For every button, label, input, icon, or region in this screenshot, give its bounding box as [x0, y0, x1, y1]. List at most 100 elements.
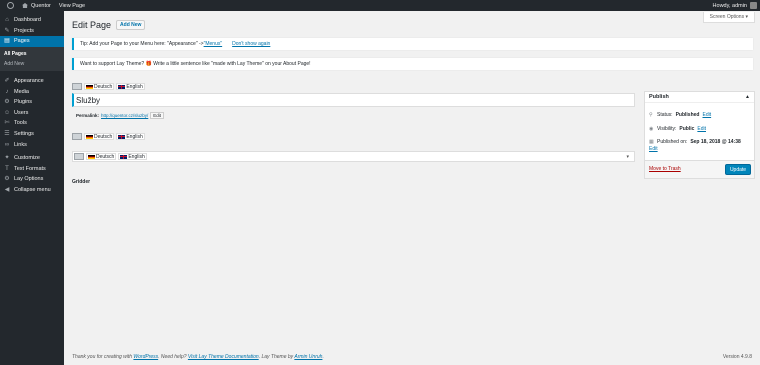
dont-show-again-link[interactable]: Don't show again	[232, 41, 270, 47]
visibility-row: ◉ Visibility: Public Edit	[649, 126, 706, 132]
view-page-link[interactable]: View Page	[55, 0, 89, 11]
title-input[interactable]: Služby	[72, 93, 635, 107]
visibility-edit-link[interactable]: Edit	[697, 126, 706, 132]
sidebar-item-label: Projects	[14, 27, 34, 34]
lang-tab-deutsch[interactable]: Deutsch	[84, 83, 115, 90]
chevron-down-icon[interactable]: ▾	[626, 154, 629, 160]
sidebar-item-media[interactable]: ♪ Media	[0, 86, 64, 97]
submenu-item-all-pages[interactable]: All Pages	[0, 49, 64, 59]
lay-docs-link[interactable]: Visit Lay Theme Documentation	[188, 354, 259, 360]
lang-label: Deutsch	[96, 153, 115, 160]
sidebar-item-links[interactable]: ∞ Links	[0, 139, 64, 150]
page-title: Edit Page Add New	[72, 20, 146, 30]
sidebar-item-label: Dashboard	[14, 17, 41, 24]
support-notice: Want to support Lay Theme? 🎁 Write a lit…	[72, 58, 753, 70]
content-language-switcher: Deutsch English	[72, 133, 145, 140]
sidebar-item-text-formats[interactable]: T Text Formats	[0, 164, 64, 175]
sidebar-item-pages[interactable]: ▤ Pages	[0, 36, 64, 47]
german-flag-icon	[86, 84, 93, 89]
lang-tab-english[interactable]: English	[118, 153, 147, 160]
author-link[interactable]: Armin Unruh	[294, 354, 322, 360]
calendar-icon: ▦	[649, 139, 654, 145]
visibility-label: Visibility:	[657, 126, 677, 132]
pages-submenu: All Pages Add New	[0, 46, 64, 71]
collapse-arrow-icon[interactable]: ▲	[745, 94, 750, 100]
admin-sidebar: ⌂ Dashboard ✎ Projects ▤ Pages All Pages Add Ne…	[0, 11, 64, 365]
sidebar-item-appearance[interactable]: ✐ Appearance	[0, 76, 64, 87]
update-button[interactable]: Update	[725, 164, 751, 175]
excerpt-language-box[interactable]: Deutsch English ▾	[72, 151, 635, 162]
sidebar-item-label: Lay Options	[14, 176, 44, 183]
sidebar-item-collapse-menu[interactable]: ◀ Collapse menu	[0, 185, 64, 196]
german-flag-icon	[88, 154, 95, 159]
add-new-button[interactable]: Add New	[116, 20, 146, 30]
sidebar-item-users[interactable]: ☺ Users	[0, 108, 64, 119]
collapse-icon: ◀	[4, 187, 10, 194]
footer-text: . Need help?	[158, 354, 188, 360]
move-to-trash-link[interactable]: Move to Trash	[649, 166, 681, 172]
screen-options-button[interactable]: Screen Options ▾	[702, 12, 755, 23]
lang-label: English	[126, 133, 143, 140]
account-menu[interactable]: Howdy, admin	[713, 2, 760, 9]
sidebar-item-lay-options[interactable]: ⚙ Lay Options	[0, 174, 64, 185]
sidebar-item-tools[interactable]: ✄ Tools	[0, 118, 64, 129]
german-flag-icon	[86, 134, 93, 139]
lay-options-icon: ⚙	[4, 176, 10, 183]
menu-tip-notice: Tip: Add your Page to your Menu here: "A…	[72, 38, 753, 50]
sidebar-item-dashboard[interactable]: ⌂ Dashboard	[0, 15, 64, 26]
settings-icon: ☰	[4, 131, 10, 138]
site-name-label: Quentor	[31, 2, 51, 9]
menus-link[interactable]: "Menus"	[204, 41, 223, 47]
main-content: Screen Options ▾ Edit Page Add New Tip: …	[64, 11, 760, 365]
permalink: Permalink: http://quentor.cz/sluzby/ Edi…	[76, 112, 165, 119]
sidebar-item-projects[interactable]: ✎ Projects	[0, 26, 64, 37]
lang-tab-english[interactable]: English	[116, 133, 145, 140]
gridder-heading: Gridder	[72, 179, 91, 185]
sidebar-item-label: Plugins	[14, 99, 33, 106]
status-value: Published	[675, 112, 700, 118]
brush-icon: ✐	[4, 78, 10, 85]
status-label: Status:	[657, 112, 673, 118]
permalink-edit-button[interactable]: Edit	[150, 112, 165, 119]
published-label: Published on:	[657, 139, 688, 145]
publish-title: Publish	[649, 94, 669, 100]
page-title-text: Edit Page	[72, 20, 112, 30]
support-text: Want to support Lay Theme? 🎁 Write a lit…	[80, 61, 311, 67]
customize-icon: ✦	[4, 155, 10, 162]
image-icon	[72, 133, 82, 140]
sidebar-item-plugins[interactable]: ⚙ Plugins	[0, 97, 64, 108]
home-icon	[22, 3, 28, 8]
sidebar-item-label: Settings	[14, 131, 34, 138]
publish-actions: Move to Trash Update	[645, 160, 754, 178]
pin-icon: ⚲	[649, 112, 653, 118]
lang-tab-deutsch[interactable]: Deutsch	[84, 133, 115, 140]
sidebar-item-label: Media	[14, 88, 29, 95]
lang-tab-deutsch[interactable]: Deutsch	[86, 153, 117, 160]
tip-text: Tip: Add your Page to your Menu here: "A…	[80, 41, 204, 47]
title-language-switcher: Deutsch English	[72, 83, 145, 90]
sidebar-item-label: Collapse menu	[14, 187, 51, 194]
published-row: ▦ Published on: Sep 18, 2018 @ 14:38 Edi…	[649, 139, 741, 152]
submenu-item-add-new[interactable]: Add New	[0, 59, 64, 69]
permalink-url[interactable]: http://quentor.cz/sluzby/	[101, 113, 148, 118]
plugins-icon: ⚙	[4, 99, 10, 106]
wordpress-logo-icon[interactable]	[0, 0, 18, 11]
site-name-link[interactable]: Quentor	[18, 0, 55, 11]
status-edit-link[interactable]: Edit	[702, 112, 711, 118]
sidebar-item-settings[interactable]: ☰ Settings	[0, 129, 64, 140]
links-icon: ∞	[4, 141, 10, 148]
publish-header[interactable]: Publish ▲	[645, 92, 754, 103]
sidebar-item-label: Customize	[14, 155, 40, 162]
wordpress-link[interactable]: WordPress	[133, 354, 158, 360]
eye-icon: ◉	[649, 126, 654, 132]
uk-flag-icon	[118, 84, 126, 89]
lang-label: Deutsch	[94, 133, 113, 140]
lang-tab-english[interactable]: English	[116, 83, 145, 90]
footer-text: . Lay Theme by	[258, 354, 295, 360]
tools-icon: ✄	[4, 120, 10, 127]
published-edit-link[interactable]: Edit	[649, 146, 658, 152]
sidebar-item-customize[interactable]: ✦ Customize	[0, 153, 64, 164]
uk-flag-icon	[118, 134, 126, 139]
sidebar-item-label: Links	[14, 141, 27, 148]
visibility-value: Public	[679, 126, 695, 132]
